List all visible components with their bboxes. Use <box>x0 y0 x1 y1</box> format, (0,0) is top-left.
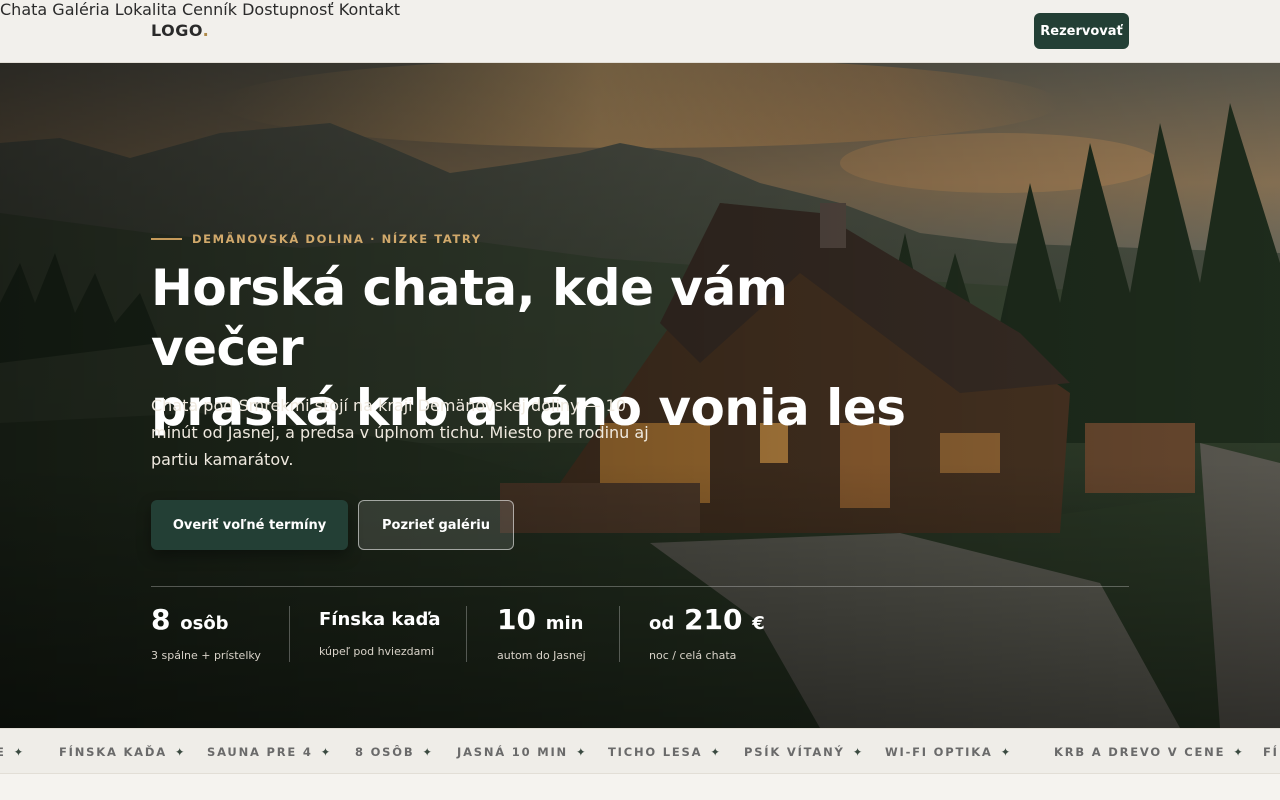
ticker-item: FÍNSKA KAĎA ✦ <box>59 745 187 759</box>
nav-link-kontakt[interactable]: Kontakt <box>339 0 400 19</box>
ticker-item: TICHO LESA ✦ <box>608 745 722 759</box>
ticker-item: SAUNA PRE 4 ✦ <box>207 745 333 759</box>
nav-link-galeria[interactable]: Galéria <box>52 0 109 19</box>
sparkle-icon: ✦ <box>174 745 187 759</box>
features-ticker: E✦ FÍNSKA KAĎA✦ SAUNA PRE 4✦ 8 OSÔB✦ JAS… <box>0 728 1280 774</box>
check-availability-button[interactable]: Overiť voľné termíny <box>151 500 348 550</box>
hero-section: DEMÄNOVSKÁ DOLINA · NÍZKE TATRY Horská c… <box>0 63 1280 728</box>
sparkle-icon: ✦ <box>422 745 434 759</box>
ticker-item: PSÍK VÍTANÝ ✦ <box>744 745 865 759</box>
stat-separator <box>619 606 620 662</box>
eyebrow-line <box>151 238 182 240</box>
reserve-button[interactable]: Rezervovať <box>1034 13 1129 49</box>
headline-line-1: Horská chata, kde vám večer <box>151 259 788 377</box>
stat-distance: 10 min autom do Jasnej <box>497 603 586 662</box>
stat-separator <box>289 606 290 662</box>
stat-capacity: 8 osôb 3 spálne + prístelky <box>151 603 261 662</box>
ticker-item: 8 OSÔB ✦ <box>355 745 434 759</box>
logo[interactable]: LOGO. <box>151 21 209 40</box>
hero-eyebrow: DEMÄNOVSKÁ DOLINA · NÍZKE TATRY <box>151 232 482 246</box>
sparkle-icon: ✦ <box>1233 745 1245 759</box>
ticker-item: JASNÁ 10 MIN ✦ <box>457 745 588 759</box>
ticker-item: E✦ <box>0 745 25 759</box>
stat-hot-tub: Fínska kaďa kúpeľ pod hviezdami <box>319 609 441 658</box>
view-gallery-button[interactable]: Pozrieť galériu <box>358 500 514 550</box>
page-below-fold <box>0 774 1280 800</box>
top-navigation: LOGO. Chata Galéria Lokalita Cenník Dost… <box>0 0 1280 63</box>
nav-link-lokalita[interactable]: Lokalita <box>115 0 177 19</box>
sparkle-icon: ✦ <box>1000 745 1013 759</box>
sparkle-icon: ✦ <box>575 745 588 759</box>
hero-subtext: Chata pod Smrekmi stojí na kraji Demänov… <box>151 396 649 469</box>
sparkle-icon: ✦ <box>13 745 26 759</box>
stat-price: od 210 € noc / celá chata <box>649 603 765 662</box>
eyebrow-text: DEMÄNOVSKÁ DOLINA · NÍZKE TATRY <box>192 232 482 246</box>
ticker-item: FÍ <box>1263 745 1279 759</box>
nav-link-dostupnost[interactable]: Dostupnosť <box>242 0 334 19</box>
stats-divider <box>151 586 1129 587</box>
sparkle-icon: ✦ <box>710 745 722 759</box>
stat-separator <box>466 606 467 662</box>
ticker-item: WI-FI OPTIKA ✦ <box>885 745 1013 759</box>
sparkle-icon: ✦ <box>852 745 865 759</box>
nav-link-chata[interactable]: Chata <box>0 0 47 19</box>
sparkle-icon: ✦ <box>320 745 333 759</box>
nav-link-cennik[interactable]: Cenník <box>182 0 237 19</box>
ticker-item: KRB A DREVO V CENE ✦ <box>1054 745 1245 759</box>
